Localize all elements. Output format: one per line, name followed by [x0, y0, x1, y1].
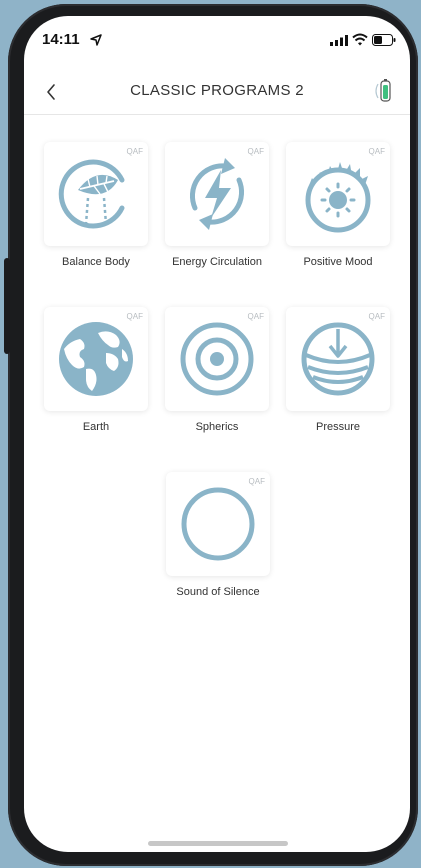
program-tile-earth[interactable]: QAF Earth: [44, 307, 148, 433]
program-card[interactable]: QAF: [166, 472, 270, 576]
app-screen: 14:11 CLASSIC PROGRAMS 2 QAF Balance Bod…: [24, 16, 410, 852]
program-tile-energy-circulation[interactable]: QAF Energy Circulation: [165, 142, 269, 268]
concentric-circles-icon: [180, 322, 254, 396]
program-tile-spherics[interactable]: QAF Spherics: [165, 307, 269, 433]
program-label: Pressure: [315, 421, 361, 433]
program-card[interactable]: QAF: [44, 142, 148, 246]
program-card[interactable]: QAF: [44, 307, 148, 411]
ring-icon: [181, 487, 255, 561]
globe-icon: [59, 322, 133, 396]
leaf-balance-icon: [58, 159, 125, 229]
program-tile-sound-of-silence[interactable]: QAF Sound of Silence: [166, 472, 270, 598]
program-tile-positive-mood[interactable]: QAF Positive Mood: [286, 142, 390, 268]
pressure-arrow-icon: [301, 322, 375, 396]
lightning-cycle-icon: [189, 158, 245, 230]
program-tile-balance-body[interactable]: QAF Balance Body: [44, 142, 148, 268]
sun-icon: [305, 162, 371, 233]
program-card[interactable]: QAF: [165, 142, 269, 246]
program-card[interactable]: QAF: [286, 142, 390, 246]
program-label: Sound of Silence: [176, 586, 260, 598]
home-indicator[interactable]: [148, 841, 288, 846]
program-label: Positive Mood: [303, 256, 373, 268]
program-tile-pressure[interactable]: QAF Pressure: [286, 307, 390, 433]
program-grid: QAF Balance Body QAF Energy Circulation …: [24, 16, 410, 852]
program-card[interactable]: QAF: [286, 307, 390, 411]
program-card[interactable]: QAF: [165, 307, 269, 411]
phone-side-button: [4, 258, 10, 354]
